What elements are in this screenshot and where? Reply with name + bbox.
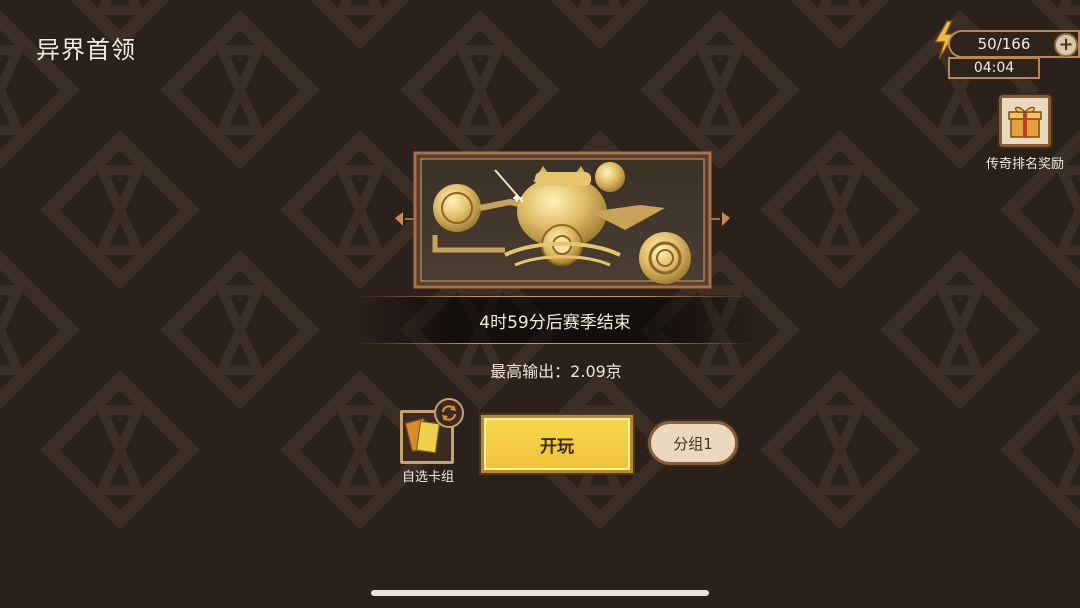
energy-widget: 50/166 + 04:04: [930, 20, 1080, 80]
golden-boss-emblem: [395, 150, 730, 290]
pattern-tile: [40, 130, 200, 290]
home-indicator[interactable]: [371, 590, 709, 596]
pattern-tile: [760, 370, 920, 530]
pattern-tile: [160, 10, 320, 170]
card-icon: [416, 420, 440, 454]
play-button[interactable]: 开玩: [481, 415, 633, 473]
plus-icon[interactable]: +: [1054, 33, 1078, 57]
pattern-tile: [160, 250, 320, 410]
gift-box-icon: [999, 95, 1051, 147]
deck-label: 自选卡组: [401, 470, 454, 485]
pattern-tile: [310, 0, 410, 50]
pattern-tile: [1000, 370, 1080, 530]
pattern-tile: [760, 130, 920, 290]
reward-label: 传奇排名奖励: [985, 157, 1064, 172]
pattern-tile: [550, 0, 650, 50]
pattern-tile: [400, 10, 560, 170]
pattern-tile: [880, 250, 1040, 410]
energy-timer: 04:04: [948, 57, 1040, 79]
pattern-tile: [0, 250, 80, 410]
pattern-tile: [40, 370, 200, 530]
best-output: 最高输出：2.09京: [490, 362, 622, 381]
group-button[interactable]: 分组1: [648, 421, 738, 465]
swap-refresh-icon[interactable]: [434, 398, 464, 428]
pattern-tile: [640, 10, 800, 170]
legend-rank-reward-button[interactable]: 传奇排名奖励: [976, 95, 1074, 175]
season-countdown: 4时59分后赛季结束: [355, 296, 755, 344]
pattern-tile: [790, 0, 890, 50]
page-title: 异界首领: [36, 36, 136, 64]
custom-deck-button[interactable]: 自选卡组: [396, 398, 468, 488]
